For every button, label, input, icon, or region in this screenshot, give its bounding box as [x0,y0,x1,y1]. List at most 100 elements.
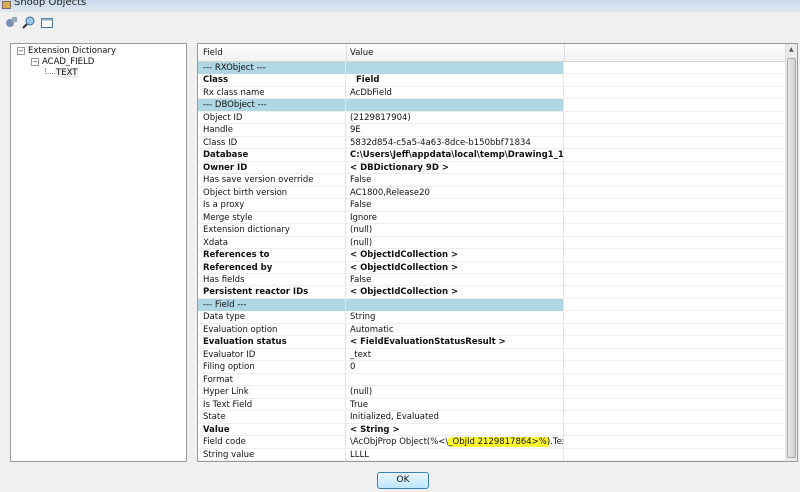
value-cell [346,62,564,74]
field-cell: String value [198,448,346,461]
collapse-icon[interactable]: − [17,46,25,55]
collapse-icon[interactable]: − [31,57,39,66]
field-cell: Evaluation option [198,323,346,336]
field-cell: Referenced by [198,261,346,274]
value-cell: (null) [346,236,564,249]
window-icon[interactable] [40,15,54,29]
field-cell: Value [198,423,346,436]
table-row[interactable]: Hyper Link (null) [198,386,787,399]
scroll-thumb[interactable] [787,58,796,458]
ok-button[interactable]: OK [377,472,429,489]
value-cell [346,99,564,112]
value-cell: (null) [346,386,564,399]
table-row[interactable]: Rx class name AcDbField [198,86,787,100]
value-cell: Ignore [346,211,564,224]
category-row[interactable]: --- RXObject --- [198,62,787,75]
scroll-up-icon[interactable]: ▲ [789,46,794,53]
table-row[interactable]: Evaluation status < FieldEvaluationStatus… [198,336,787,349]
field-cell: Hyper Link [198,386,346,399]
value-cell: (2129817904) [346,111,564,124]
field-cell: Has fields [198,273,346,286]
value-text: .TextString [550,437,563,448]
field-cell: Xdata [198,236,346,249]
column-header-value[interactable]: Value [350,48,373,58]
search-icon[interactable] [22,15,36,29]
field-cell: Has save version override [198,174,346,187]
title-bar: Snoop Objects [0,0,800,12]
field-cell: Class ID [198,136,346,149]
field-cell: References to [198,249,346,262]
field-cell: Rx class name [198,86,346,99]
table-row[interactable]: Extension dictionary (null) [198,224,787,237]
field-cell: Handle [198,124,346,137]
table-row[interactable]: Is a proxy False [198,199,787,212]
field-cell: Evaluation status [198,336,346,349]
field-cell: State [198,411,346,424]
value-cell: 0 [346,361,564,374]
highlighted-text: _ObjId 2129817864>%) [448,437,551,448]
table-row[interactable]: Class Field [198,74,787,87]
category-row[interactable]: --- Field --- [198,298,787,312]
toolbar [4,15,54,31]
value-cell: < ObjectIdCollection > [346,249,564,262]
property-grid[interactable]: Field Value --- RXObject --- Class Field R… [197,43,798,462]
column-header-field[interactable]: Field [203,48,223,58]
field-cell: Is a proxy [198,199,346,212]
table-row[interactable]: Owner ID < DBDictionary 9D > [198,161,787,175]
table-row[interactable]: Has save version override False [198,174,787,187]
table-row[interactable]: Data type String [198,311,787,324]
field-cell: Field code [198,436,346,449]
table-row[interactable]: Handle 9E [198,124,787,137]
tree-view[interactable]: − Extension Dictionary − ACAD_FIELD TEXT [10,43,187,462]
value-cell [346,298,564,311]
table-row[interactable]: Filing option 0 [198,361,787,374]
value-cell: AC1800,Release20 [346,186,564,199]
table-row[interactable]: Referenced by < ObjectIdCollection > [198,261,787,274]
table-row[interactable]: Database C:\Users\Jeff\appdata\local\temp… [198,149,787,162]
field-cell: Is Text Field [198,398,346,411]
table-row[interactable]: Merge style Ignore [198,211,787,225]
table-row[interactable]: Object ID (2129817904) [198,111,787,125]
table-row[interactable]: Field code \AcObjProp Object(%<\_ObjId 21… [198,436,787,449]
tree-node-text[interactable]: TEXT [45,68,79,78]
field-cell: Database [198,149,346,162]
snoop-entity-icon[interactable] [4,15,18,29]
field-cell: Object ID [198,111,346,124]
field-cell: Merge style [198,211,346,224]
field-cell: --- DBObject --- [198,99,346,112]
table-row[interactable]: Evaluation option Automatic [198,323,787,337]
category-row[interactable]: --- DBObject --- [198,99,787,112]
tree-node-extension-dictionary[interactable]: − Extension Dictionary [17,46,116,56]
table-row[interactable]: Object birth version AC1800,Release20 [198,186,787,200]
table-row[interactable]: Format [198,373,787,387]
table-row[interactable]: Evaluator ID _text [198,348,787,362]
table-row[interactable]: State Initialized, Evaluated [198,411,787,424]
value-cell: 5832d854-c5a5-4a63-8dce-b150bbf71834 [346,136,564,149]
value-cell: 9E [346,124,564,137]
table-row[interactable]: Value < String > [198,423,787,437]
value-cell: < DBDictionary 9D > [346,161,564,174]
field-cell: Evaluator ID [198,348,346,361]
value-cell: Automatic [346,323,564,336]
field-cell: Object birth version [198,186,346,199]
field-cell: Class [198,74,346,87]
table-row[interactable]: Has fields False [198,273,787,287]
field-cell: --- RXObject --- [198,62,346,74]
value-cell: AcDbField [346,86,564,99]
table-row[interactable]: References to < ObjectIdCollection > [198,249,787,262]
value-cell: Initialized, Evaluated [346,411,564,424]
value-cell: < String > [346,423,564,436]
value-cell: LLLL [346,448,564,461]
value-cell: < ObjectIdCollection > [346,261,564,274]
field-cell: Format [198,373,346,386]
tree-node-acad-field[interactable]: − ACAD_FIELD [31,57,94,67]
vertical-scrollbar[interactable]: ▲ [785,44,797,461]
table-row[interactable]: Class ID 5832d854-c5a5-4a63-8dce-b150bbf7… [198,136,787,150]
table-row[interactable]: Is Text Field True [198,398,787,412]
table-row[interactable]: String value LLLL [198,448,787,461]
table-row[interactable]: Persistent reactor IDs < ObjectIdCollecti… [198,286,787,299]
value-cell: False [346,174,564,187]
window-title: Snoop Objects [14,0,87,8]
table-row[interactable]: Xdata (null) [198,236,787,250]
field-cell: Extension dictionary [198,224,346,237]
